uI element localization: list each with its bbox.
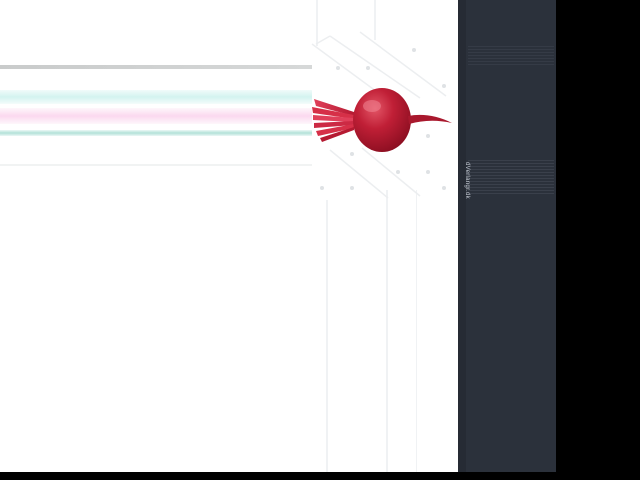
sidebar-edge bbox=[458, 0, 466, 472]
beet-tail bbox=[408, 114, 452, 124]
main-canvas bbox=[0, 0, 458, 472]
screen: dVerlangr.dk bbox=[0, 0, 640, 480]
dot-grid bbox=[311, 31, 447, 199]
bottom-black-bar bbox=[0, 472, 640, 480]
sidebar-texture-middle bbox=[468, 160, 554, 196]
sidebar-vertical-label: dVerlangr.dk bbox=[464, 162, 470, 199]
beet-illustration bbox=[306, 84, 458, 158]
sidebar-texture-top bbox=[468, 46, 554, 66]
beet-icon bbox=[312, 88, 452, 152]
beet-stems bbox=[312, 99, 354, 142]
beet-root bbox=[353, 88, 411, 152]
right-black-margin bbox=[556, 0, 640, 480]
beet-highlight bbox=[363, 100, 381, 112]
right-sidebar: dVerlangr.dk bbox=[458, 0, 556, 472]
